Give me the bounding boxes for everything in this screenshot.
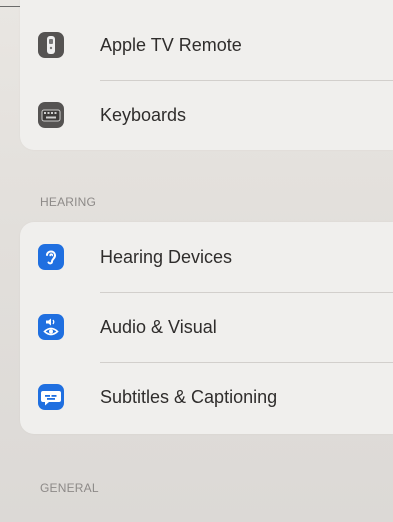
captions-icon	[38, 384, 64, 410]
settings-row-apple-tv-remote[interactable]: Apple TV Remote	[20, 10, 393, 80]
settings-group-interaction: Apple TV Remote Keyboards	[20, 0, 393, 150]
settings-row-subtitles-captioning[interactable]: Subtitles & Captioning	[20, 362, 393, 432]
settings-row-audio-visual[interactable]: Audio & Visual	[20, 292, 393, 362]
section-header-general: GENERAL	[40, 481, 99, 495]
settings-row-label: Hearing Devices	[100, 247, 233, 267]
speaker-eye-icon	[38, 314, 64, 340]
keyboard-icon	[38, 102, 64, 128]
settings-row-label: Apple TV Remote	[100, 35, 242, 55]
settings-group-hearing: Hearing Devices Audio & Visual Subtitles…	[20, 222, 393, 434]
settings-row-label: Audio & Visual	[100, 317, 217, 337]
settings-row-label: Subtitles & Captioning	[100, 387, 278, 407]
remote-icon	[38, 32, 64, 58]
settings-row-keyboards[interactable]: Keyboards	[20, 80, 393, 150]
section-header-hearing: HEARING	[40, 195, 97, 209]
settings-row-label: Keyboards	[100, 105, 187, 125]
ear-icon	[38, 244, 64, 270]
settings-row-hearing-devices[interactable]: Hearing Devices	[20, 222, 393, 292]
